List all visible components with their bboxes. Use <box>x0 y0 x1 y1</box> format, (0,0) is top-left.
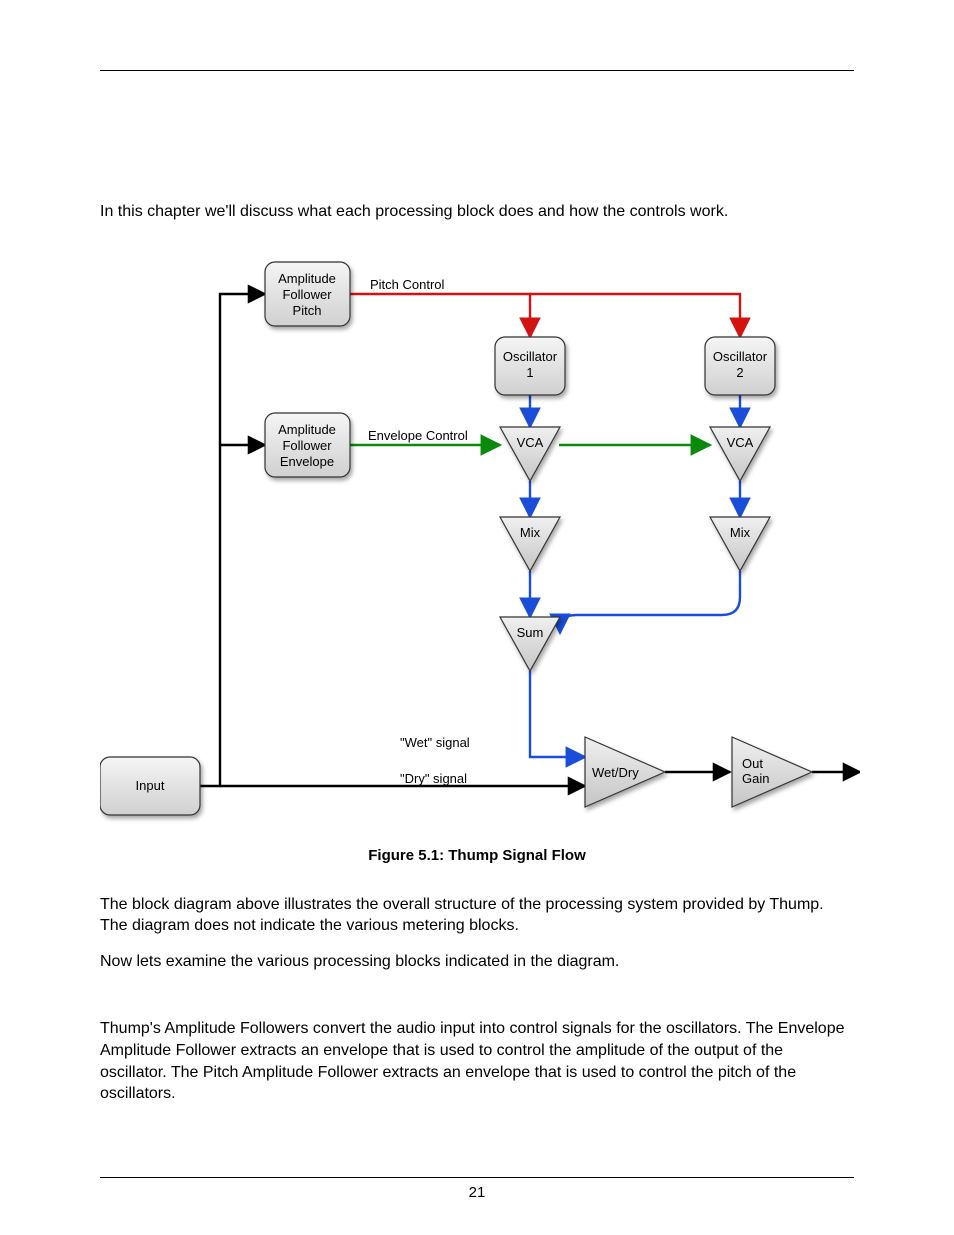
body-text: The block diagram above illustrates the … <box>100 894 854 1105</box>
wetdry-label: Wet/Dry <box>592 765 639 780</box>
pitch-control-lines <box>350 294 740 337</box>
para-3: Thump's Amplitude Followers convert the … <box>100 1018 854 1104</box>
amp-pitch-l3: Pitch <box>293 303 322 318</box>
page-footer: 21 <box>100 1177 854 1201</box>
pitch-control-label: Pitch Control <box>370 277 445 292</box>
amp-pitch-l2: Follower <box>282 287 332 302</box>
mix1-label: Mix <box>520 525 541 540</box>
outgain-l2: Gain <box>742 771 769 786</box>
osc1-l2: 1 <box>526 365 533 380</box>
para-1: The block diagram above illustrates the … <box>100 894 854 937</box>
figure-caption: Figure 5.1: Thump Signal Flow <box>100 847 854 864</box>
amp-env-l3: Envelope <box>280 454 334 469</box>
amp-env-l2: Follower <box>282 438 332 453</box>
input-label: Input <box>136 778 165 793</box>
sum-label: Sum <box>517 625 544 640</box>
page-number: 21 <box>469 1184 486 1201</box>
osc1-l1: Oscillator <box>503 349 558 364</box>
osc2-l1: Oscillator <box>713 349 768 364</box>
osc-chain-lines <box>530 395 740 757</box>
osc2-l2: 2 <box>736 365 743 380</box>
intro-paragraph: In this chapter we'll discuss what each … <box>100 201 854 223</box>
para-2: Now lets examine the various processing … <box>100 951 854 973</box>
wet-signal-label: "Wet" signal <box>400 735 470 750</box>
vca1-label: VCA <box>517 435 544 450</box>
amp-env-l1: Amplitude <box>278 422 336 437</box>
page: In this chapter we'll discuss what each … <box>0 0 954 1235</box>
outgain-l1: Out <box>742 756 763 771</box>
dry-signal-label: "Dry" signal <box>400 771 467 786</box>
vca2-label: VCA <box>727 435 754 450</box>
envelope-control-label: Envelope Control <box>368 428 468 443</box>
diagram-container: Input Amplitude Follower Pitch Pitch Con… <box>100 257 854 864</box>
amp-pitch-l1: Amplitude <box>278 271 336 286</box>
top-rule <box>100 70 854 71</box>
mix2-label: Mix <box>730 525 751 540</box>
signal-flow-diagram: Input Amplitude Follower Pitch Pitch Con… <box>100 257 860 827</box>
